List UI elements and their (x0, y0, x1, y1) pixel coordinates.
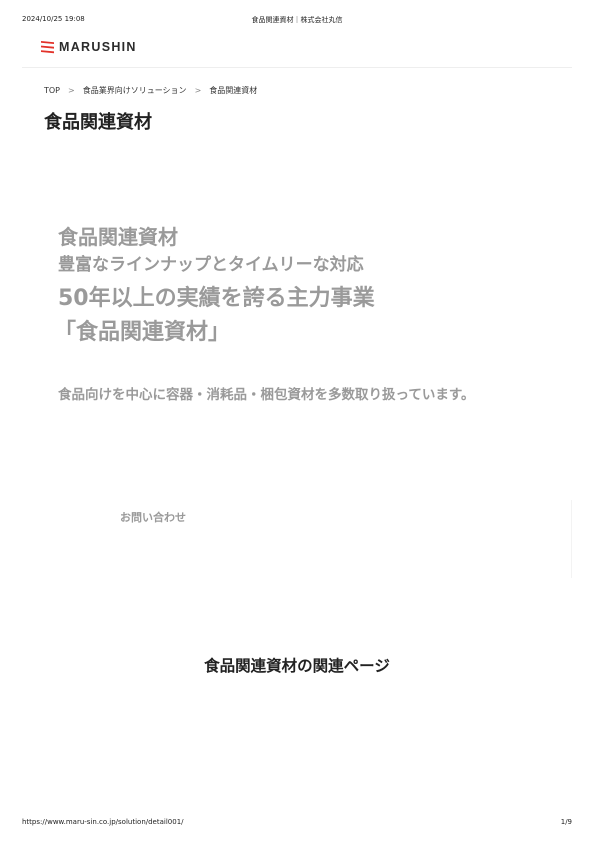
hero-section: 食品関連資材 豊富なラインナップとタイムリーな対応 50年以上の実績を誇る主力事… (54, 222, 538, 408)
breadcrumb-current: 食品関連資材 (209, 86, 258, 95)
site-header: MARUSHIN (22, 36, 572, 68)
print-document-title: 食品関連資材｜株式会社丸信 (251, 16, 343, 24)
related-pages-heading: 食品関連資材の関連ページ (204, 657, 390, 675)
logo-text: MARUSHIN (59, 40, 137, 54)
breadcrumb-top-link[interactable]: TOP (44, 86, 60, 95)
breadcrumb-solutions-link[interactable]: 食品業界向けソリューション (83, 85, 187, 96)
print-header: 2024/10/25 19:08 食品関連資材｜株式会社丸信 (0, 15, 594, 27)
print-page-number: 1/9 (560, 818, 572, 826)
hero-tagline-quote: 「食品関連資材」 (54, 320, 231, 345)
hero-description: 食品向けを中心に容器・消耗品・梱包資材を多数取り扱っています。 (58, 387, 475, 403)
page-title: 食品関連資材 (44, 112, 152, 133)
page: 2024/10/25 19:08 食品関連資材｜株式会社丸信 MARUSHIN … (0, 0, 594, 841)
contact-button[interactable]: お問い合わせ (120, 509, 186, 525)
breadcrumb-separator-icon: > (68, 86, 75, 95)
hero-heading: 食品関連資材 (58, 225, 178, 249)
breadcrumb: TOP > 食品業界向けソリューション > 食品関連資材 (44, 85, 257, 96)
hero-subheading: 豊富なラインナップとタイムリーな対応 (58, 255, 364, 275)
hero-tagline: 50年以上の実績を誇る主力事業 (58, 286, 375, 311)
contact-area: お問い合わせ (22, 500, 572, 578)
print-footer: https://www.maru-sin.co.jp/solution/deta… (0, 818, 594, 830)
breadcrumb-separator-icon: > (194, 86, 202, 95)
logo-link[interactable]: MARUSHIN (40, 40, 137, 54)
print-url: https://www.maru-sin.co.jp/solution/deta… (22, 818, 184, 826)
marushin-logo-icon (41, 41, 54, 54)
